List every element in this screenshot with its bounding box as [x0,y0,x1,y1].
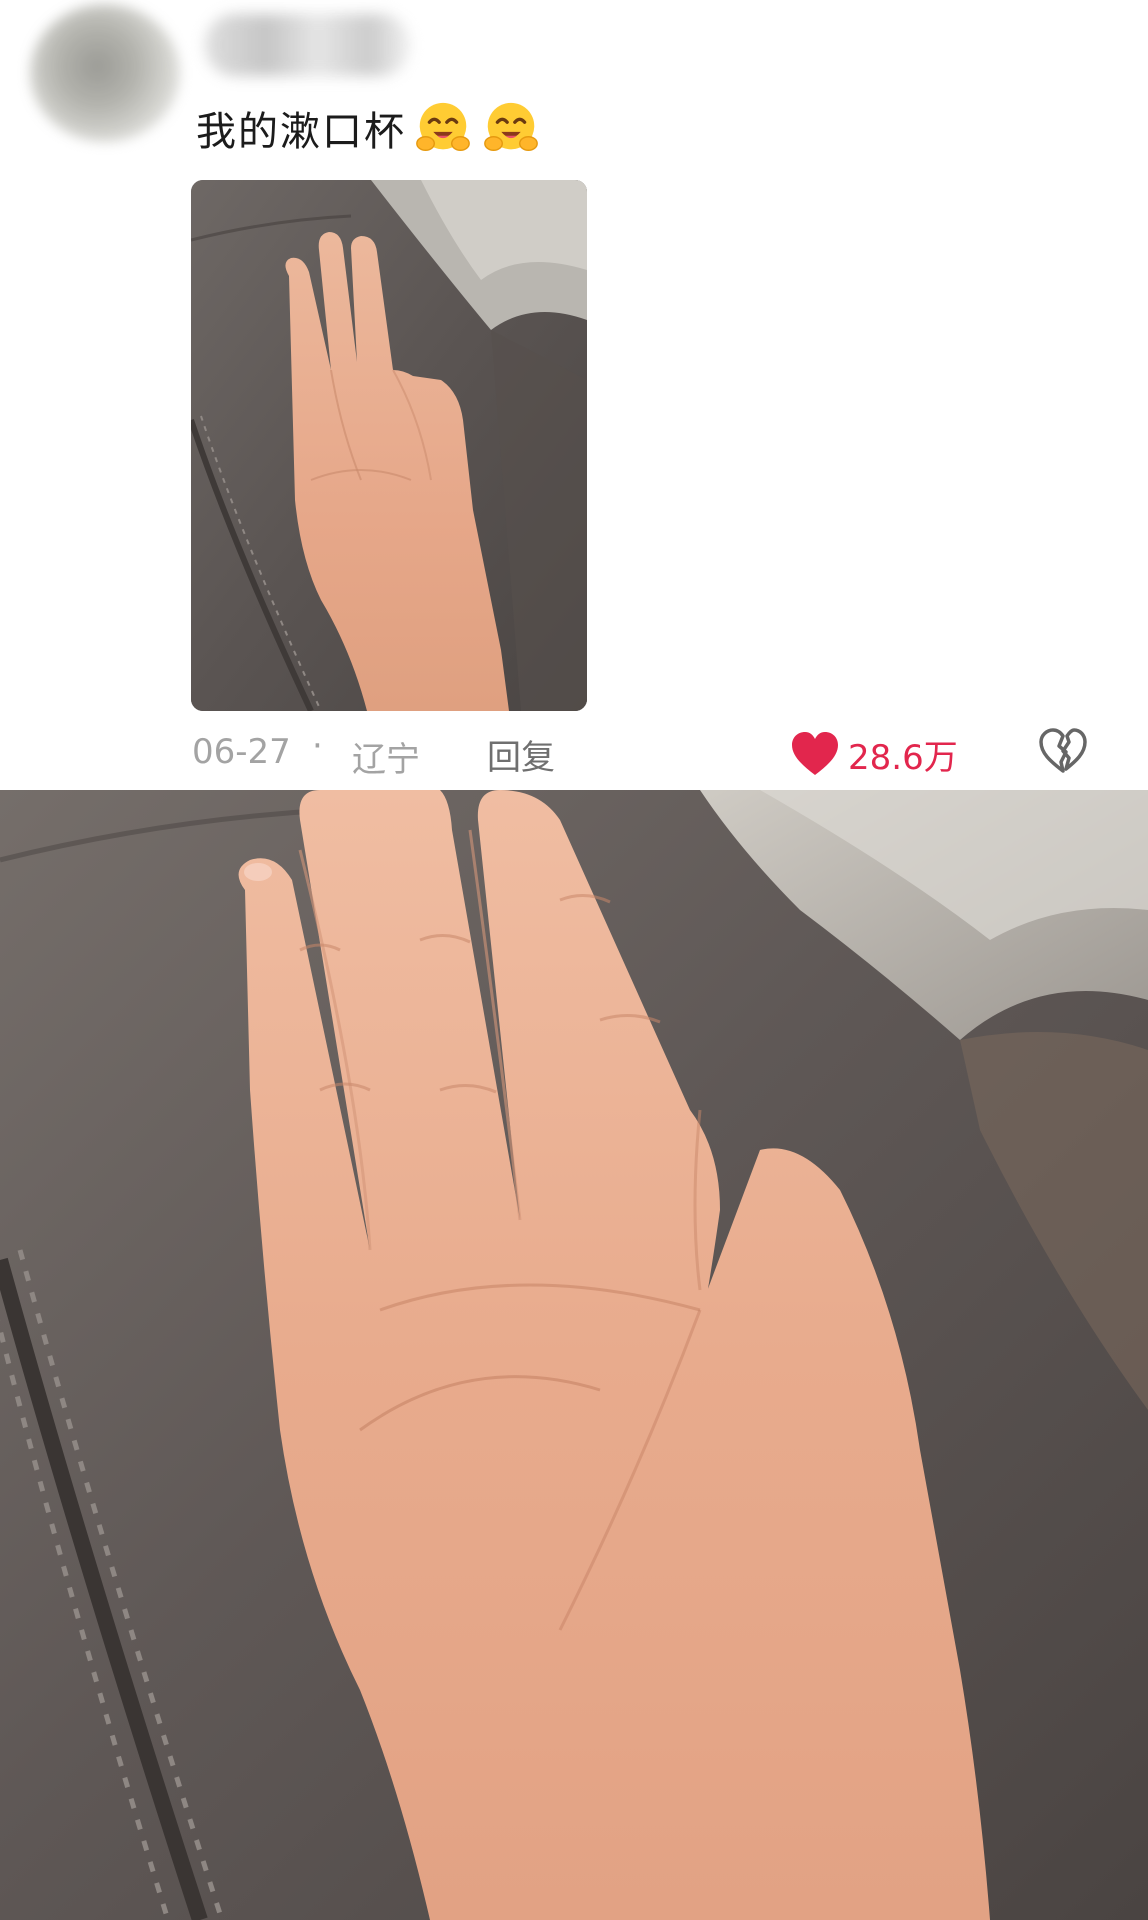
hugging-face-emoji-icon [412,97,474,159]
enlarged-photo[interactable] [0,790,1148,1920]
meta-separator: · [312,726,323,766]
comment-photo-thumbnail[interactable] [191,180,587,711]
dislike-button[interactable] [1038,728,1088,778]
avatar[interactable] [30,4,180,142]
like-button[interactable]: 28.6万 [790,726,958,782]
comment-text-body: 我的漱口杯 [196,109,406,155]
comment-meta-row: 06-27 · 辽宁 回复 28.6万 [0,720,1148,786]
comment-date: 06-27 [192,732,291,772]
comment-text: 我的漱口杯 [196,96,542,160]
comment-location: 辽宁 [352,740,420,780]
like-count: 28.6万 [848,737,958,778]
heart-icon [792,732,838,775]
username[interactable] [205,14,410,76]
hugging-face-emoji-icon [480,97,542,159]
reply-button[interactable]: 回复 [487,730,555,779]
broken-heart-icon [1039,728,1087,773]
comment-card: 我的漱口杯 06-27 · 辽宁 回复 28.6万 [0,0,1148,790]
